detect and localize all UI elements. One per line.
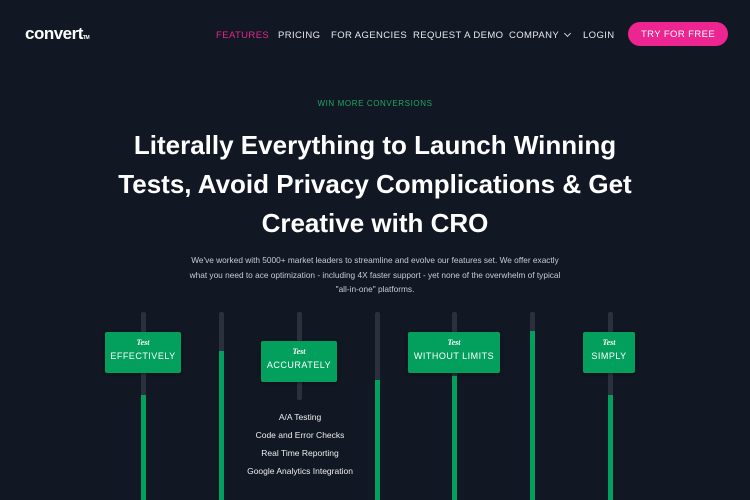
subtitle-line: We've worked with 5000+ market leaders t… (191, 255, 559, 265)
nav-for-agencies[interactable]: FOR AGENCIES (331, 30, 407, 41)
logo-text: convert (25, 24, 83, 43)
nav-request-demo[interactable]: REQUEST A DEMO (413, 30, 503, 41)
card-prefix: Test (292, 347, 306, 356)
page-title: Literally Everything to Launch Winning T… (0, 126, 750, 243)
card-prefix: Test (136, 338, 150, 347)
progress-track (530, 312, 535, 500)
title-line: Tests, Avoid Privacy Complications & Get (118, 169, 632, 199)
feature-item: Google Analytics Integration (247, 466, 353, 476)
card-prefix: Test (447, 338, 461, 347)
card-simply[interactable]: Test SIMPLY (583, 332, 635, 373)
convert-logo[interactable]: convertTM (25, 24, 90, 44)
progress-track (375, 312, 380, 500)
subtitle: We've worked with 5000+ market leaders t… (165, 253, 585, 297)
nav-company-label: COMPANY (509, 30, 560, 41)
chevron-down-icon (564, 29, 572, 38)
nav-features[interactable]: FEATURES (216, 30, 269, 41)
card-label: SIMPLY (591, 351, 627, 361)
progress-fill (608, 394, 613, 500)
subtitle-line: what you need to ace optimization - incl… (189, 269, 561, 280)
card-label: WITHOUT LIMITS (413, 351, 495, 361)
card-label: ACCURATELY (266, 360, 332, 370)
logo-tm: TM (82, 35, 90, 41)
progress-fill (530, 330, 535, 500)
progress-fill (141, 394, 146, 500)
card-prefix: Test (602, 338, 616, 347)
title-line: Literally Everything to Launch Winning (133, 130, 617, 160)
card-label: EFFECTIVELY (110, 351, 176, 361)
feature-item: Real Time Reporting (261, 448, 339, 458)
try-for-free-button[interactable]: TRY FOR FREE (628, 22, 728, 46)
feature-item: A/A Testing (278, 412, 322, 422)
progress-fill (375, 379, 380, 500)
nav-pricing[interactable]: PRICING (278, 30, 320, 41)
eyebrow: WIN MORE CONVERSIONS (317, 99, 433, 108)
progress-track (219, 312, 224, 500)
subtitle-line: "all-in-one" platforms. (335, 284, 415, 294)
feature-item: Code and Error Checks (255, 430, 345, 440)
card-effectively[interactable]: Test EFFECTIVELY (105, 332, 181, 373)
nav-login[interactable]: LOGIN (583, 30, 615, 41)
progress-fill (452, 375, 457, 500)
card-accurately[interactable]: Test ACCURATELY (261, 341, 337, 382)
progress-fill (219, 351, 224, 500)
card-without-limits[interactable]: Test WITHOUT LIMITS (408, 332, 500, 373)
nav-company[interactable]: COMPANY (509, 29, 572, 41)
title-line: Creative with CRO (261, 208, 489, 238)
